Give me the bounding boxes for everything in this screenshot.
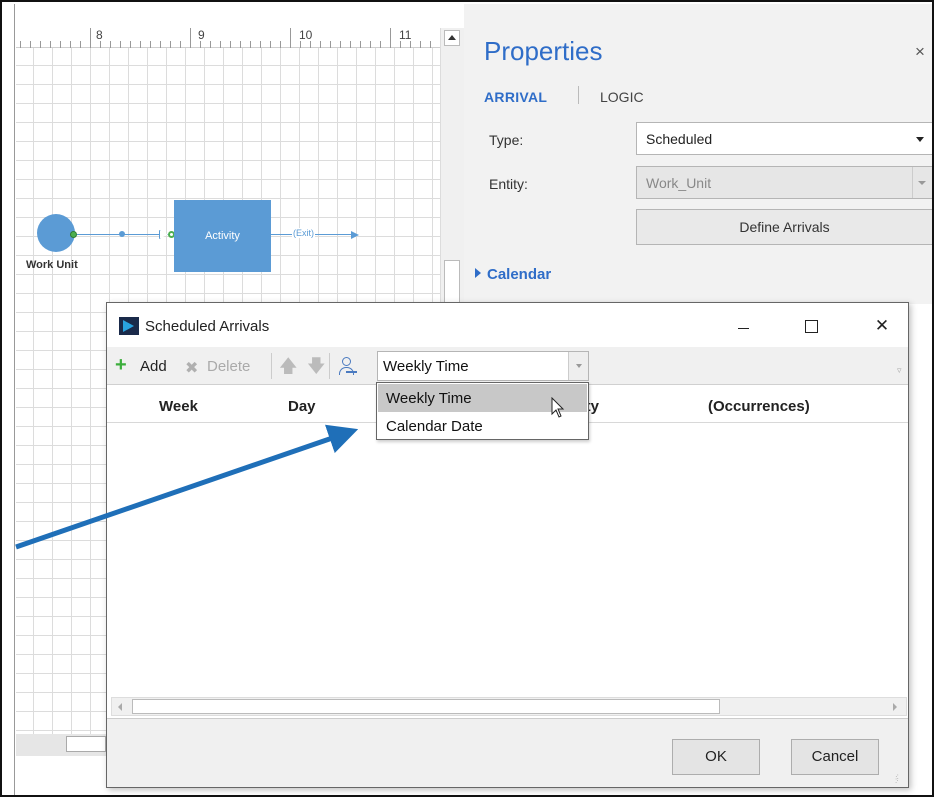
canvas-ruler: 8 9 10 11	[16, 28, 440, 48]
tab-separator	[578, 86, 579, 104]
chevron-down-icon	[916, 137, 924, 142]
dialog-titlebar[interactable]: Scheduled Arrivals ✕	[107, 303, 908, 347]
scroll-left-arrow-icon[interactable]	[114, 701, 128, 714]
arrival-mode-dropdown-button[interactable]	[568, 352, 588, 380]
tab-logic[interactable]: LOGIC	[600, 89, 644, 105]
user-icon[interactable]	[337, 357, 357, 377]
connector-midpoint[interactable]	[119, 231, 125, 237]
delete-button: Delete	[207, 358, 251, 375]
activity-node[interactable]: Activity	[174, 200, 271, 272]
scheduled-arrivals-dialog: Scheduled Arrivals ✕ + Add ✖ Delete 🡅 🡇 …	[106, 302, 909, 788]
canvas-vertical-scroll-thumb[interactable]	[444, 260, 460, 306]
entity-field-label: Entity:	[489, 176, 528, 192]
exit-label: (Exit)	[292, 228, 315, 238]
column-header-day[interactable]: Day	[288, 398, 316, 415]
scroll-right-arrow-icon[interactable]	[888, 701, 902, 714]
ok-button[interactable]: OK	[672, 739, 760, 775]
entity-source-label: Work Unit	[26, 259, 78, 271]
ruler-number-9: 9	[198, 28, 205, 42]
delete-x-icon: ✖	[185, 360, 199, 377]
resize-grip-icon[interactable]: ·::·	[895, 773, 899, 785]
expand-triangle-icon	[475, 268, 481, 278]
dialog-title: Scheduled Arrivals	[145, 318, 270, 335]
arrival-mode-value: Weekly Time	[383, 358, 469, 375]
ruler-number-11: 11	[399, 28, 412, 42]
scroll-up-arrow-icon[interactable]	[444, 30, 460, 46]
grid-horizontal-scroll-thumb[interactable]	[132, 699, 720, 714]
column-header-week[interactable]: Week	[159, 398, 198, 415]
screenshot-frame: 8 9 10 11 Work Unit Activity (Exit) Prop…	[0, 0, 934, 797]
cancel-button[interactable]: Cancel	[791, 739, 879, 775]
arrival-mode-select[interactable]: Weekly Time	[377, 351, 589, 381]
exit-arrowhead-icon	[351, 231, 359, 239]
maximize-button[interactable]	[788, 311, 834, 341]
calendar-section-toggle[interactable]: Calendar	[475, 266, 551, 283]
canvas-horizontal-scroll-thumb[interactable]	[66, 736, 106, 752]
column-header-occurrences[interactable]: (Occurrences)	[708, 398, 810, 415]
plus-icon[interactable]: +	[115, 355, 127, 375]
arrow-up-icon: 🡅	[279, 356, 298, 376]
arrow-down-icon: 🡇	[307, 356, 326, 376]
chevron-down-icon	[918, 181, 926, 185]
add-button[interactable]: Add	[140, 358, 167, 375]
properties-close-icon[interactable]: ×	[915, 42, 925, 62]
toolbar-separator	[271, 353, 272, 379]
properties-title: Properties	[484, 36, 603, 66]
entity-select: Work_Unit	[636, 166, 932, 199]
app-logo-icon	[119, 317, 139, 335]
minimize-button[interactable]	[721, 311, 767, 341]
grid-horizontal-scrollbar[interactable]	[111, 697, 907, 716]
dialog-footer: OK Cancel ·::·	[107, 718, 908, 787]
define-arrivals-button[interactable]: Define Arrivals	[636, 209, 932, 245]
calendar-section-label: Calendar	[487, 266, 552, 283]
entity-output-port[interactable]	[70, 231, 77, 238]
type-select[interactable]: Scheduled	[636, 122, 932, 155]
toolbar-separator	[329, 353, 330, 379]
toolbar-overflow-icon[interactable]: ▿	[897, 365, 903, 376]
tab-arrival[interactable]: ARRIVAL	[484, 89, 547, 105]
chevron-down-icon	[576, 364, 582, 368]
mouse-pointer-icon	[551, 397, 565, 418]
entity-select-button	[912, 167, 932, 198]
entity-select-value: Work_Unit	[646, 175, 712, 191]
type-field-label: Type:	[489, 132, 524, 148]
canvas-left-edge	[14, 4, 15, 795]
ruler-number-10: 10	[299, 28, 313, 42]
close-button[interactable]: ✕	[859, 311, 905, 341]
type-select-value: Scheduled	[646, 131, 713, 147]
ruler-number-8: 8	[96, 28, 103, 42]
dialog-toolbar: + Add ✖ Delete 🡅 🡇 Weekly Time ▿	[107, 347, 908, 385]
